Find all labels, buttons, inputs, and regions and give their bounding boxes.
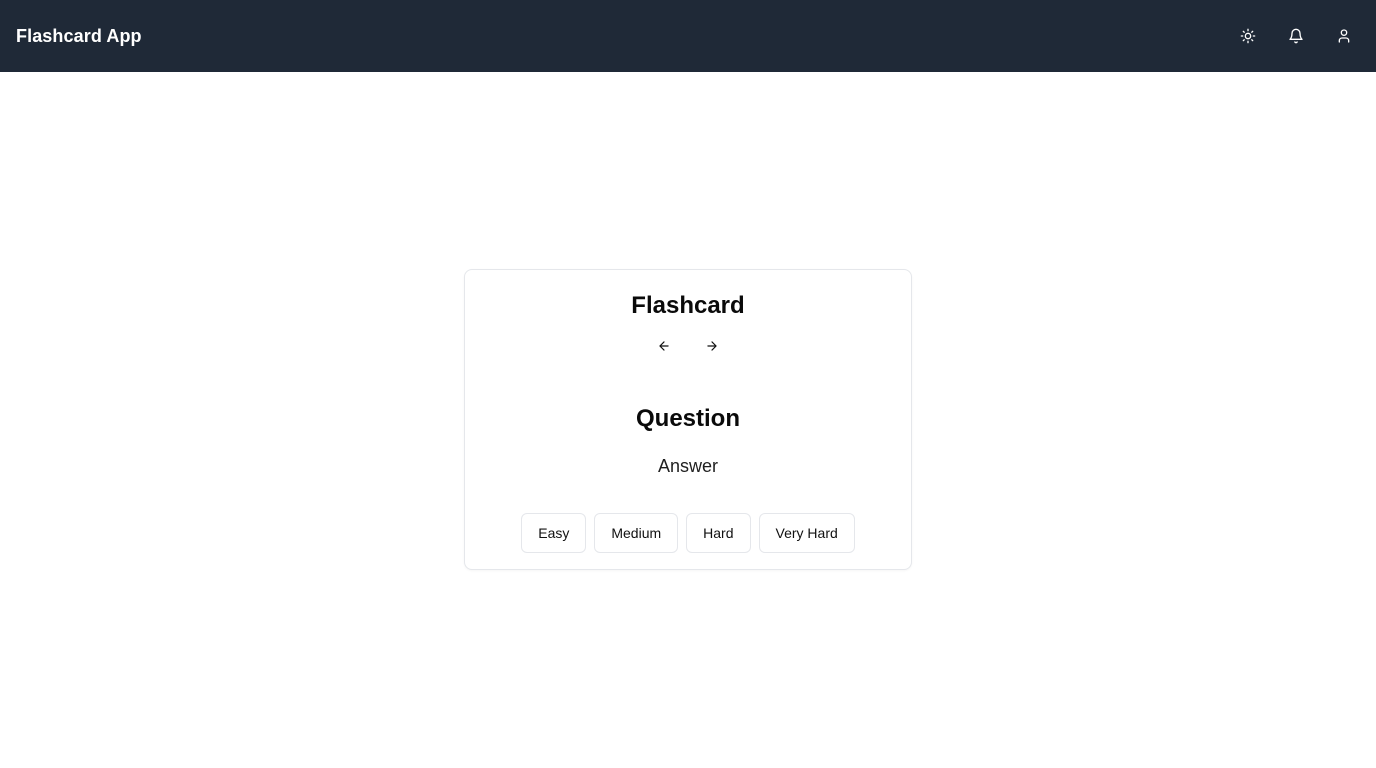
very-hard-button[interactable]: Very Hard <box>758 513 855 553</box>
app-header: Flashcard App <box>0 0 1376 72</box>
notifications-button[interactable] <box>1276 16 1316 56</box>
profile-button[interactable] <box>1324 16 1364 56</box>
theme-toggle-button[interactable] <box>1228 16 1268 56</box>
arrow-left-icon <box>659 341 669 351</box>
card-title: Flashcard <box>631 292 745 319</box>
header-actions <box>1228 16 1364 56</box>
user-icon <box>1338 29 1350 43</box>
hard-button[interactable]: Hard <box>686 513 751 553</box>
flashcard: Flashcard Question Answer Easy Medium Ha… <box>464 269 912 570</box>
medium-button[interactable]: Medium <box>594 513 679 553</box>
app-title: Flashcard App <box>16 25 142 46</box>
arrow-right-icon <box>707 341 717 351</box>
answer-text: Answer <box>657 456 719 476</box>
next-card-button[interactable] <box>692 332 732 360</box>
card-navigation <box>465 332 911 360</box>
sun-icon <box>1240 28 1256 44</box>
question-text: Question <box>635 405 740 432</box>
previous-card-button[interactable] <box>644 332 684 360</box>
bell-icon <box>1289 28 1303 44</box>
easy-button[interactable]: Easy <box>521 513 587 553</box>
difficulty-buttons: Easy Medium Hard Very Hard <box>465 513 911 553</box>
